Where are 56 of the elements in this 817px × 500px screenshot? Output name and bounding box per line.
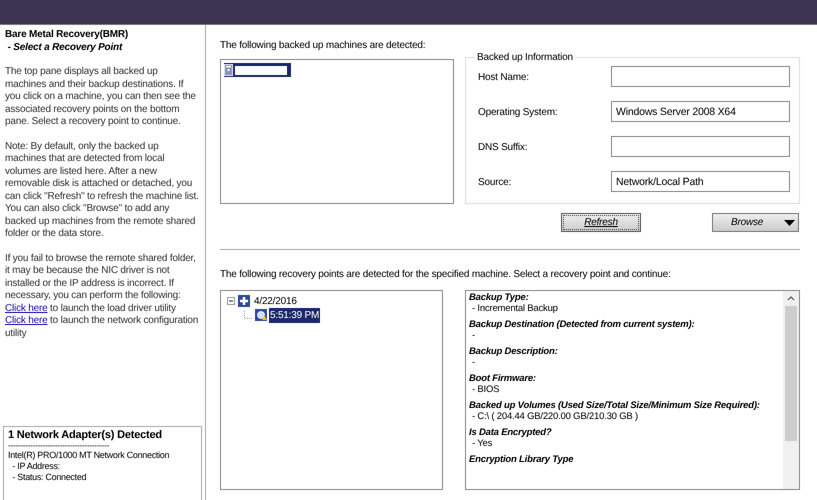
help-link[interactable]: Click here	[5, 315, 48, 326]
button-label: Browse	[731, 216, 764, 230]
scroll-thumb[interactable]	[785, 306, 797, 441]
machine-item[interactable]	[224, 63, 291, 77]
redacted-block	[235, 66, 287, 74]
field-label: Source:	[477, 176, 512, 190]
scrollbar[interactable]	[783, 291, 799, 489]
tree-item[interactable]: 5:51:39 PM	[269, 308, 320, 322]
detail-heading: Backup Destination (Detected from current system):	[469, 320, 696, 330]
recovery-set-icon	[238, 295, 250, 307]
text-field[interactable]: Windows Server 2008 X64	[611, 101, 790, 122]
help-paragraph: If you fail to browse the remote shared folder, it may be because the NIC driver is not installed or the IP address is incorrect. If necessary, you can perform the following:	[5, 252, 197, 302]
detail-value: -	[471, 358, 476, 368]
adapter-title: 1 Network Adapter(s) Detected	[8, 430, 163, 441]
adapter-line: Intel(R) PRO/1000 MT Network Connection	[8, 450, 170, 461]
detail-value: - Incremental Backup	[471, 304, 559, 314]
separator-line: -----------------------------------------	[8, 441, 110, 450]
group-title: Backed up Information	[476, 51, 574, 65]
help-line: Click here to launch the load driver utility	[5, 302, 177, 315]
scroll-up-icon[interactable]	[787, 296, 795, 301]
recovery-tree[interactable]: 4/22/2016 5:51:39 PM	[220, 290, 443, 490]
adapter-line: - IP Address:	[11, 461, 60, 472]
field-label: Host Name:	[477, 71, 530, 85]
text-field[interactable]: Network/Local Path	[611, 171, 790, 192]
detail-value: - C:\ ( 204.44 GB/220.00 GB/210.30 GB )	[471, 412, 639, 422]
detail-heading: Backup Description:	[469, 347, 559, 358]
sidebar-subtitle: - Select a Recovery Point	[6, 42, 124, 54]
section-label: The following recovery points are detected for the specified machine. Select a recovery point and continue:	[220, 268, 672, 279]
text-field[interactable]	[611, 66, 790, 87]
globe-warning-icon	[255, 309, 267, 321]
detail-heading: Backup Type:	[469, 293, 530, 304]
detail-value: - BIOS	[471, 384, 500, 395]
detail-heading: Is Data Encrypted?	[469, 428, 552, 438]
detail-heading: Boot Firmware:	[469, 374, 537, 384]
field-label: Operating System:	[477, 106, 558, 120]
text-field[interactable]	[611, 136, 790, 157]
browse-button[interactable]: Browse	[712, 213, 799, 232]
section-label: The following backed up machines are detected:	[220, 39, 426, 50]
help-paragraph: The top pane displays all backed up machines and their backup destinations. If you click on a machine, you can then see the associated recovery points on the bottom pane. Select a recovery point to continue.	[5, 66, 197, 128]
tree-connector	[244, 311, 253, 319]
detail-value: - Yes	[471, 438, 494, 449]
detail-heading: Backed up Volumes (Used Size/Total Size/Minimum Size Required):	[469, 401, 761, 412]
adapter-line: - Status: Connected	[11, 472, 86, 483]
server-icon	[224, 64, 233, 76]
detail-heading: Encryption Library Type	[469, 455, 574, 466]
tree-item[interactable]: 4/22/2016	[253, 294, 298, 308]
help-line: Click here to launch the network configuration utility	[5, 315, 200, 340]
caret-icon	[784, 220, 795, 226]
sidebar-title: Bare Metal Recovery(BMR)	[5, 29, 130, 42]
minus-icon	[228, 298, 234, 304]
help-paragraph: Note: By default, only the backed up machines that are detected from local volumes are listed here. After a new removable disk is attached or detached, you can click "Refresh" to refresh the machine list. You can also click "Browse" to add any backed up machines from the remote shared folder or the data store.	[5, 140, 200, 240]
expand-toggle[interactable]	[227, 297, 235, 305]
help-link[interactable]: Click here	[5, 302, 48, 314]
detail-value: -	[471, 330, 476, 341]
refresh-button[interactable]: Refresh	[561, 213, 641, 232]
field-label: DNS Suffix:	[477, 141, 528, 155]
